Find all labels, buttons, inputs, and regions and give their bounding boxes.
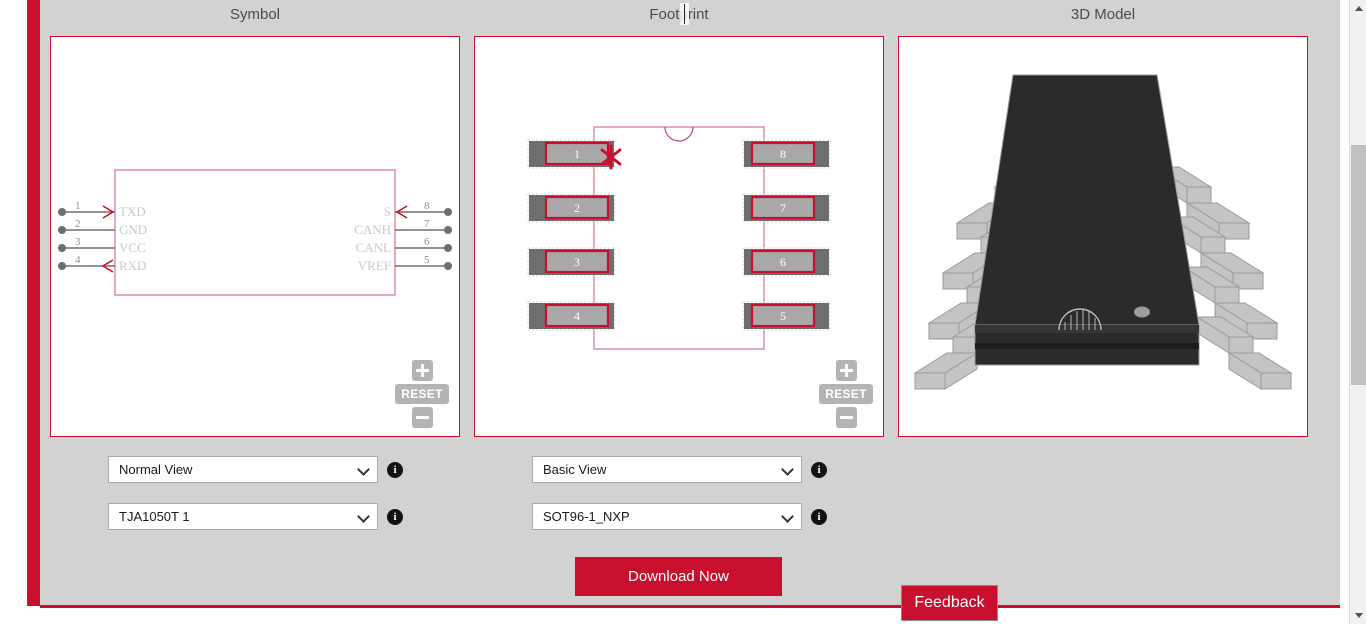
- pad-6: 6: [742, 247, 831, 277]
- svg-text:4: 4: [75, 254, 81, 266]
- pin1-dot-marker: [1134, 306, 1150, 318]
- footprint-zoom-out-button[interactable]: [835, 407, 857, 428]
- symbol-view-select-value: Normal View: [119, 462, 193, 477]
- svg-text:S: S: [384, 204, 391, 219]
- svg-text:6: 6: [424, 236, 430, 248]
- footprint-column-title: Footprint: [649, 6, 709, 23]
- svg-text:3: 3: [574, 255, 580, 269]
- scrollbar-down-arrow-icon[interactable]: [1350, 607, 1366, 624]
- symbol-zoom-in-button[interactable]: [411, 360, 433, 381]
- footprint-view-row: Basic View i: [532, 456, 827, 483]
- scrollbar-up-arrow-icon[interactable]: [1350, 0, 1366, 17]
- svg-text:8: 8: [424, 200, 430, 212]
- svg-text:1: 1: [574, 147, 580, 161]
- svg-text:1: 1: [75, 200, 81, 212]
- footprint-package-info-icon[interactable]: i: [811, 508, 827, 525]
- text-cursor: [680, 3, 689, 25]
- page-root: Symbol Footprint 3D Model 1 TXD 2 GND 3 …: [0, 0, 1366, 624]
- footprint-view-info-icon[interactable]: i: [811, 461, 827, 478]
- feedback-tab[interactable]: Feedback: [901, 585, 998, 621]
- symbol-view-info-icon[interactable]: i: [387, 461, 403, 478]
- svg-text:5: 5: [424, 254, 430, 266]
- svg-text:6: 6: [780, 255, 786, 269]
- footprint-zoom-in-button[interactable]: [835, 360, 857, 381]
- bottom-white-strip: [0, 608, 1350, 624]
- svg-text:CANH: CANH: [354, 222, 391, 237]
- chevron-down-icon: [782, 511, 793, 522]
- download-now-button[interactable]: Download Now: [575, 557, 782, 596]
- footprint-package-select[interactable]: SOT96-1_NXP: [532, 503, 802, 530]
- page-scrollbar[interactable]: [1349, 0, 1366, 624]
- symbol-zoom-out-button[interactable]: [411, 407, 433, 428]
- svg-text:7: 7: [424, 218, 430, 230]
- model3d-preview-panel[interactable]: [898, 36, 1308, 437]
- svg-text:RXD: RXD: [119, 258, 146, 273]
- pad-4: 4: [527, 301, 616, 331]
- svg-text:GND: GND: [119, 222, 147, 237]
- symbol-part-select[interactable]: TJA1050T 1: [108, 503, 378, 530]
- symbol-zoom-controls[interactable]: RESET: [395, 360, 449, 428]
- svg-text:7: 7: [780, 201, 786, 215]
- pad-3: 3: [527, 247, 616, 277]
- pad-2: 2: [527, 193, 616, 223]
- footprint-zoom-controls[interactable]: RESET: [819, 360, 873, 428]
- svg-text:8: 8: [780, 147, 786, 161]
- footprint-view-select[interactable]: Basic View: [532, 456, 802, 483]
- svg-text:VCC: VCC: [119, 240, 146, 255]
- symbol-view-row: Normal View i: [108, 456, 403, 483]
- svg-text:3: 3: [75, 236, 81, 248]
- footprint-view-select-value: Basic View: [543, 462, 607, 477]
- scrollbar-thumb[interactable]: [1351, 145, 1366, 385]
- footprint-package-select-value: SOT96-1_NXP: [543, 509, 630, 524]
- chevron-down-icon: [358, 464, 369, 475]
- pad-5: 5: [742, 301, 831, 331]
- symbol-part-info-icon[interactable]: i: [387, 508, 403, 525]
- svg-text:5: 5: [780, 309, 786, 323]
- symbol-view-select[interactable]: Normal View: [108, 456, 378, 483]
- pad-7: 7: [742, 193, 831, 223]
- svg-text:2: 2: [75, 218, 81, 230]
- svg-text:TXD: TXD: [119, 204, 146, 219]
- model3d-drawing: [913, 74, 1293, 390]
- svg-text:CANL: CANL: [356, 240, 391, 255]
- footprint-package-row: SOT96-1_NXP i: [532, 503, 827, 530]
- pad-8: 8: [742, 139, 831, 169]
- symbol-part-row: TJA1050T 1 i: [108, 503, 403, 530]
- svg-text:2: 2: [574, 201, 580, 215]
- model3d-column-title: 3D Model: [1070, 6, 1136, 23]
- chevron-down-icon: [358, 511, 369, 522]
- left-red-accent-bar: [27, 0, 40, 606]
- symbol-part-select-value: TJA1050T 1: [119, 509, 190, 524]
- left-margin: [0, 0, 27, 624]
- footprint-zoom-reset-button[interactable]: RESET: [819, 384, 873, 404]
- chevron-down-icon: [782, 464, 793, 475]
- symbol-column-title: Symbol: [229, 6, 281, 23]
- svg-text:4: 4: [574, 309, 580, 323]
- svg-text:VREF: VREF: [358, 258, 391, 273]
- symbol-zoom-reset-button[interactable]: RESET: [395, 384, 449, 404]
